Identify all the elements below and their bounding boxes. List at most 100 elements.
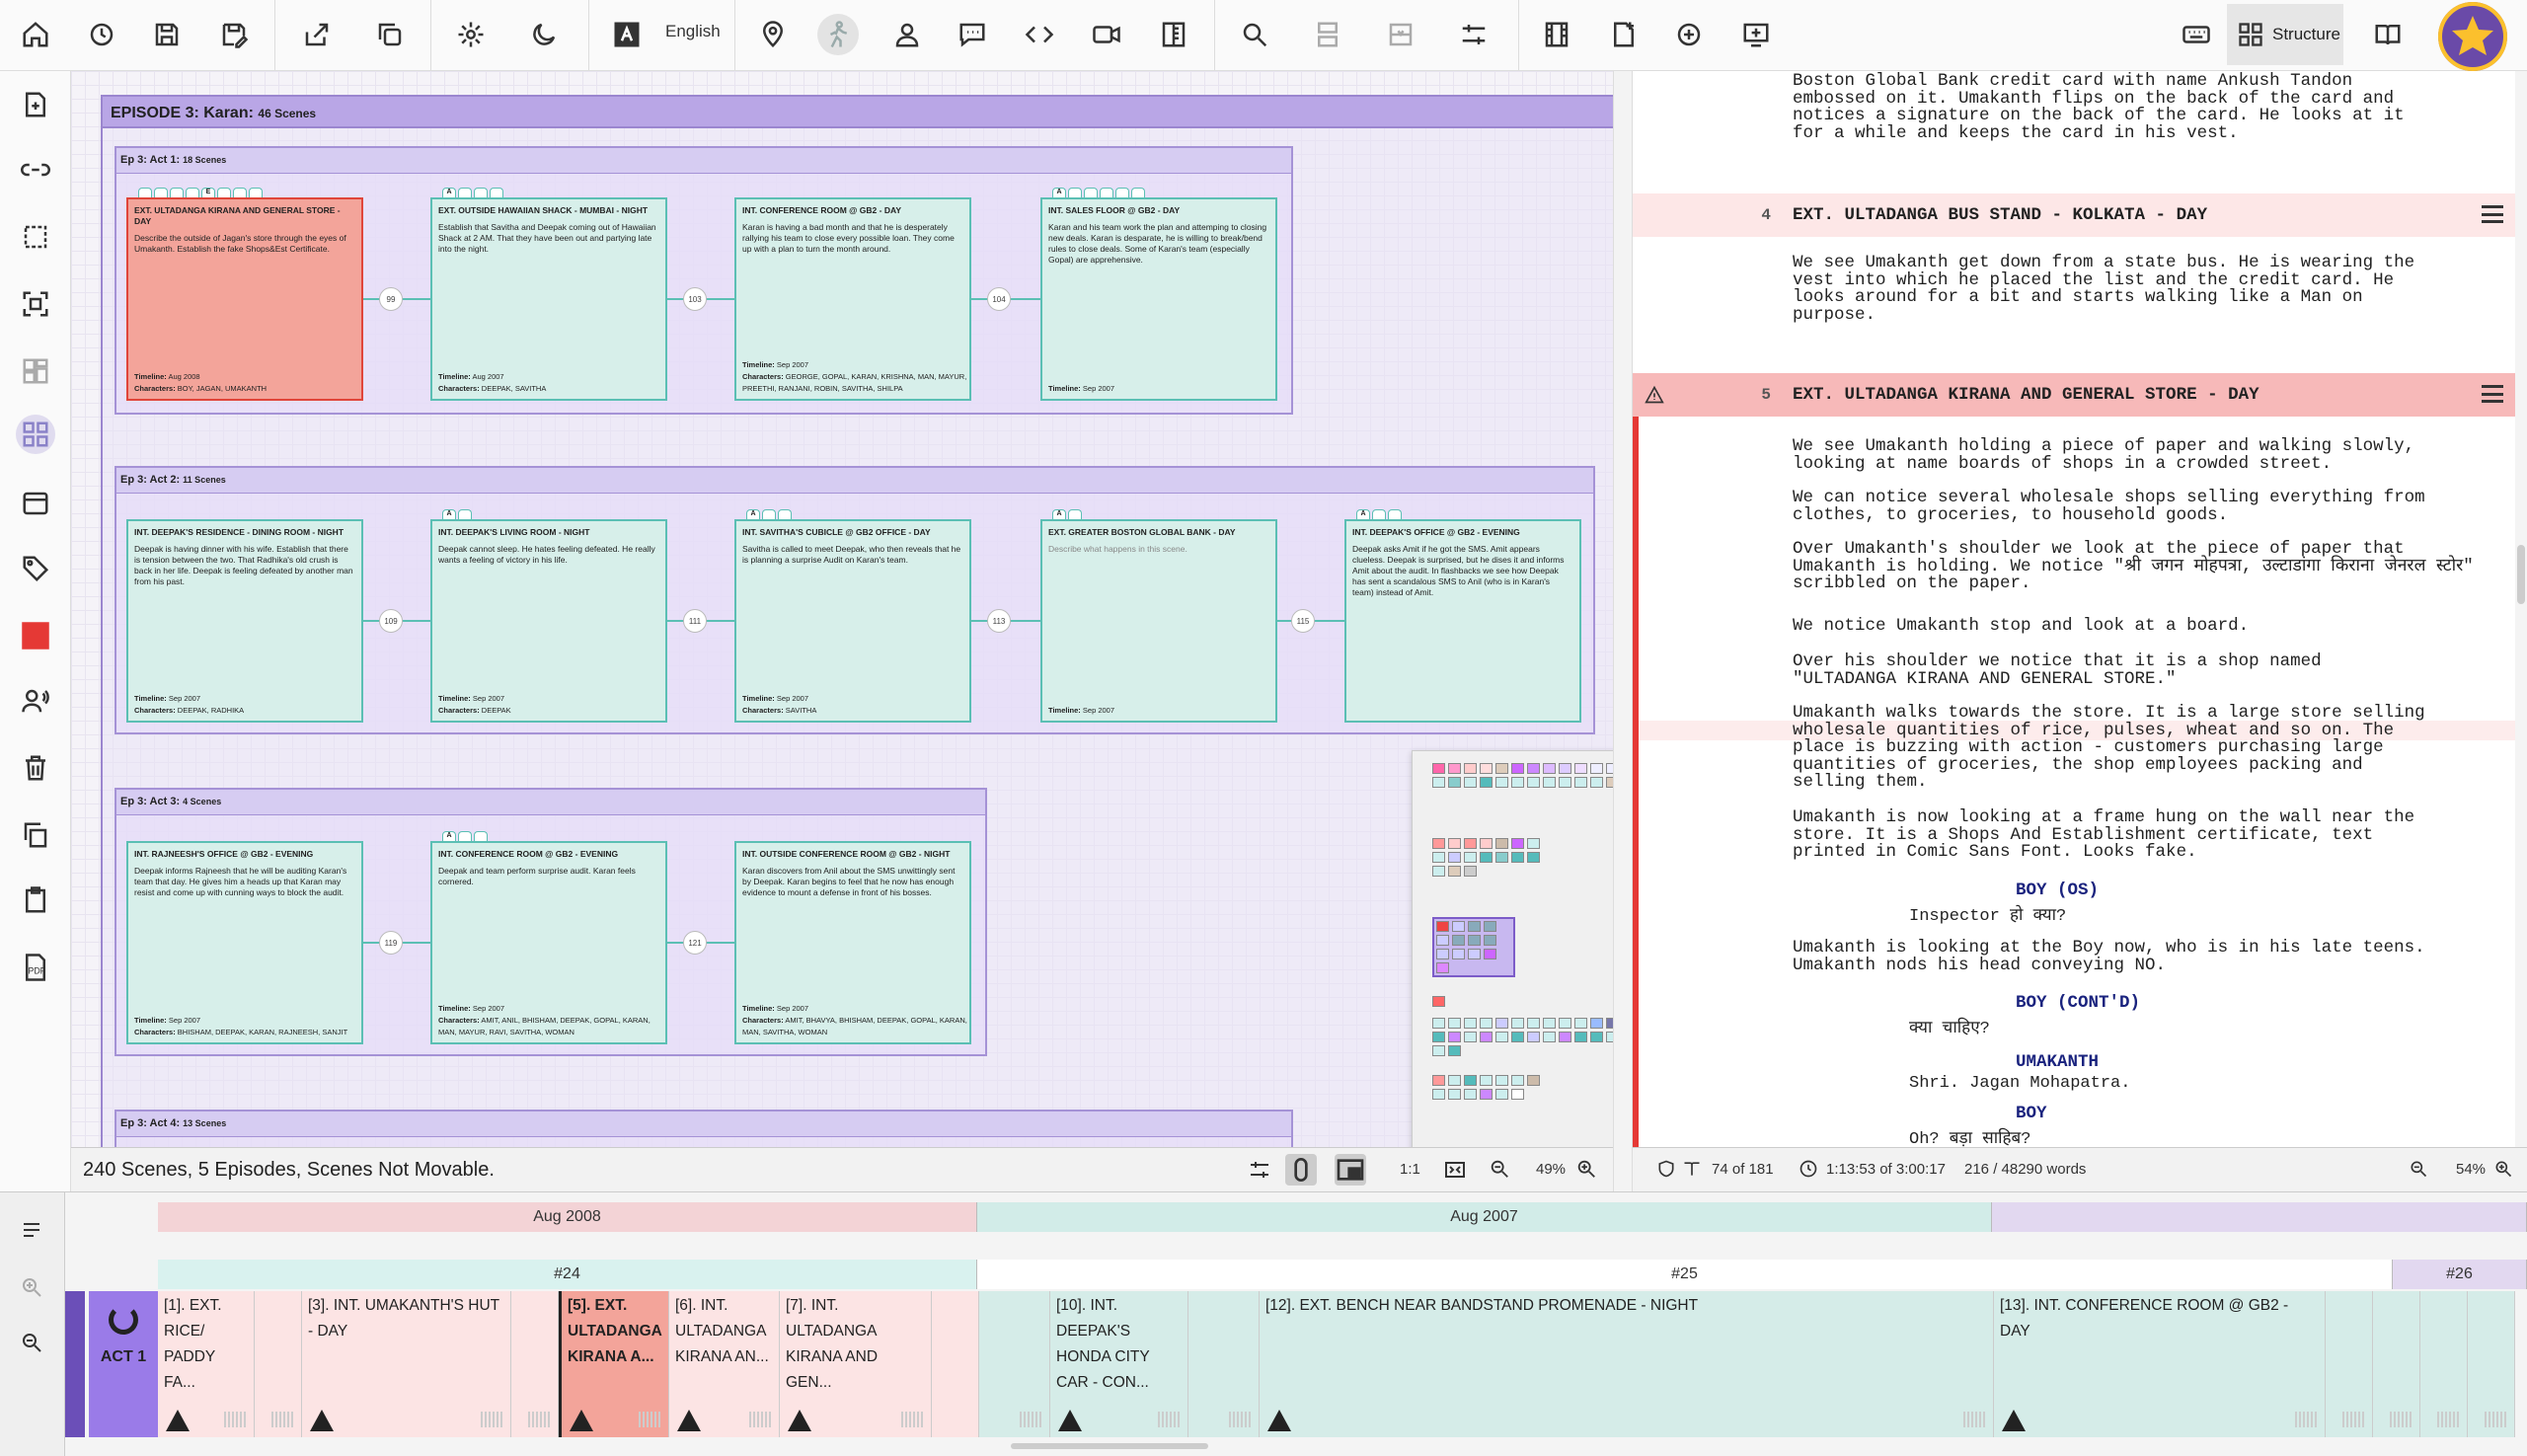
panel-splitter[interactable] <box>1613 71 1633 1191</box>
preview-toggle-icon[interactable] <box>1335 1154 1366 1186</box>
timeline-scene[interactable] <box>979 1291 1050 1437</box>
add-screen-icon[interactable] <box>1735 14 1777 55</box>
zoom-out-icon[interactable] <box>1489 1158 1510 1184</box>
copy-icon[interactable] <box>369 14 411 55</box>
timeline-scene[interactable] <box>2420 1291 2468 1437</box>
scene-menu-icon[interactable] <box>2482 385 2503 403</box>
screenplay-scrollbar[interactable] <box>2515 71 2527 1147</box>
timeline-scene[interactable]: [6]. INT. ULTADANGA KIRANA AN... <box>669 1291 780 1437</box>
timeline-scene[interactable]: [1]. EXT. RICE/ PADDY FA... <box>158 1291 255 1437</box>
timeline-scene[interactable] <box>2326 1291 2373 1437</box>
duplicate-icon[interactable] <box>16 815 55 855</box>
keyboard-icon[interactable] <box>2176 14 2217 55</box>
scene-action-icon[interactable] <box>817 14 859 55</box>
dialogue-line[interactable]: Oh? बड़ा साहिब? <box>1909 1125 2030 1147</box>
book-pages-icon[interactable] <box>1682 1159 1702 1183</box>
history-icon[interactable] <box>81 14 122 55</box>
scene-card[interactable]: A INT. SAVITHA'S CUBICLE @ GB2 OFFICE - … <box>734 509 971 723</box>
timeline-panel[interactable]: Aug 2008 Aug 2007 #24 #25 #26 ACT 1 [1].… <box>0 1191 2527 1456</box>
action-paragraph[interactable]: We can notice several wholesale shops se… <box>1793 489 2474 524</box>
dialogue-line[interactable]: क्या चाहिए? <box>1909 1015 1990 1038</box>
scene-card[interactable]: A EXT. GREATER BOSTON GLOBAL BANK - DAY … <box>1040 509 1277 723</box>
tag-icon[interactable] <box>16 549 55 588</box>
new-scene-icon[interactable] <box>16 85 55 124</box>
page-icon[interactable] <box>1656 1159 1676 1183</box>
delete-icon[interactable] <box>16 748 55 788</box>
clipboard-icon[interactable] <box>16 881 55 920</box>
link-number[interactable]: 99 <box>379 287 403 311</box>
list-icon[interactable] <box>20 1218 43 1247</box>
dialogue-line[interactable]: Inspector हो क्या? <box>1909 902 2066 926</box>
color-swatch-icon[interactable] <box>16 616 55 655</box>
link-number[interactable]: 109 <box>379 609 403 633</box>
language-icon[interactable] <box>606 14 648 55</box>
screenplay-editor[interactable]: Boston Global Bank credit card with name… <box>1633 71 2527 1147</box>
action-paragraph[interactable]: Over his shoulder we notice that it is a… <box>1793 652 2474 688</box>
canvas-settings-icon[interactable] <box>1248 1158 1271 1186</box>
character-name[interactable]: BOY <box>2016 1104 2047 1123</box>
scene-merge-icon[interactable] <box>1380 14 1421 55</box>
action-paragraph[interactable]: We notice Umakanth stop and look at a bo… <box>1793 617 2474 636</box>
timeline-scene[interactable]: [3]. INT. UMAKANTH'S HUT - DAY <box>302 1291 511 1437</box>
language-label[interactable]: English <box>665 22 721 41</box>
scene-card[interactable]: INT. CONFERENCE ROOM @ GB2 - DAY Karan i… <box>734 197 971 401</box>
scene-card[interactable]: A INT. SALES FLOOR @ GB2 - DAY Karan and… <box>1040 188 1277 401</box>
scene-heading-row[interactable]: 4 EXT. ULTADANGA BUS STAND - KOLKATA - D… <box>1633 193 2527 237</box>
structure-canvas[interactable]: EPISODE 3: Karan: 46 Scenes Ep 3: Act 1:… <box>71 71 1613 1147</box>
share-icon[interactable] <box>296 14 338 55</box>
action-paragraph[interactable]: We see Umakanth holding a piece of paper… <box>1793 437 2474 473</box>
zoom-out-icon[interactable] <box>20 1331 43 1359</box>
dark-mode-icon[interactable] <box>523 14 565 55</box>
location-icon[interactable] <box>752 14 794 55</box>
zoom-in-icon[interactable] <box>2493 1159 2513 1183</box>
action-paragraph[interactable]: Umakanth is looking at the Boy now, who … <box>1793 939 2474 974</box>
profile-badge-icon[interactable] <box>2438 2 2507 71</box>
canvas-preview-panel[interactable] <box>1412 750 1613 1147</box>
select-icon[interactable] <box>16 217 55 257</box>
action-paragraph[interactable]: Umakanth is now looking at a frame hung … <box>1793 808 2474 862</box>
timeline-scene[interactable] <box>932 1291 979 1437</box>
character-name[interactable]: UMAKANTH <box>2016 1052 2099 1072</box>
timeline-scene[interactable]: [13]. INT. CONFERENCE ROOM @ GB2 - DAY <box>1994 1291 2326 1437</box>
action-paragraph[interactable]: Umakanth walks towards the store. It is … <box>1793 704 2474 792</box>
zoom-one-to-one[interactable]: 1:1 <box>1400 1161 1420 1178</box>
focus-icon[interactable] <box>16 284 55 324</box>
voice-icon[interactable] <box>16 681 55 721</box>
link-icon[interactable] <box>16 150 55 190</box>
timeline-scene[interactable]: [12]. EXT. BENCH NEAR BANDSTAND PROMENAD… <box>1260 1291 1994 1437</box>
structure-view-button[interactable]: Structure <box>2227 4 2343 65</box>
timeline-scene[interactable]: [7]. INT. ULTADANGA KIRANA AND GEN... <box>780 1291 932 1437</box>
search-icon[interactable] <box>1234 14 1275 55</box>
character-icon[interactable] <box>886 14 928 55</box>
link-number[interactable]: 115 <box>1291 609 1315 633</box>
zoom-out-icon[interactable] <box>2409 1159 2428 1183</box>
timeline-scene[interactable] <box>511 1291 559 1437</box>
timeline-scene-selected[interactable]: [5]. EXT. ULTADANGA KIRANA A... <box>559 1291 669 1437</box>
character-name[interactable]: BOY (OS) <box>2016 881 2099 900</box>
book-icon[interactable] <box>2367 14 2409 55</box>
film-icon[interactable] <box>1536 14 1577 55</box>
new-file-icon[interactable] <box>1603 14 1645 55</box>
timeline-scene[interactable] <box>1188 1291 1260 1437</box>
save-icon[interactable] <box>146 14 188 55</box>
scene-card[interactable]: INT. OUTSIDE CONFERENCE ROOM @ GB2 - NIG… <box>734 841 971 1044</box>
zoom-in-icon[interactable] <box>20 1275 43 1304</box>
scene-card[interactable]: INT. RAJNEESH'S OFFICE @ GB2 - EVENING D… <box>126 841 363 1044</box>
mouse-mode-icon[interactable] <box>1285 1154 1317 1186</box>
save-as-icon[interactable] <box>213 14 255 55</box>
scene-card[interactable]: A INT. DEEPAK'S LIVING ROOM - NIGHT Deep… <box>430 509 667 723</box>
scene-card[interactable]: A EXT. OUTSIDE HAWAIIAN SHACK - MUMBAI -… <box>430 188 667 401</box>
dialogue-icon[interactable] <box>952 14 993 55</box>
character-name[interactable]: BOY (CONT'D) <box>2016 993 2140 1013</box>
scene-card[interactable]: E EXT. ULTADANGA KIRANA AND GENERAL STOR… <box>126 188 363 401</box>
link-number[interactable]: 104 <box>987 287 1011 311</box>
fit-to-screen-icon[interactable] <box>1443 1158 1467 1186</box>
action-paragraph[interactable]: Boston Global Bank credit card with name… <box>1793 72 2474 142</box>
zoom-in-icon[interactable] <box>1575 1158 1597 1184</box>
scene-card[interactable]: A INT. CONFERENCE ROOM @ GB2 - EVENING D… <box>430 831 667 1044</box>
action-paragraph[interactable]: We see Umakanth get down from a state bu… <box>1793 254 2474 324</box>
action-paragraph[interactable]: Over Umakanth's shoulder we look at the … <box>1793 540 2474 593</box>
add-circle-icon[interactable] <box>1668 14 1710 55</box>
scene-split-icon[interactable] <box>1307 14 1348 55</box>
act-marker[interactable]: ACT 1 <box>89 1291 158 1437</box>
